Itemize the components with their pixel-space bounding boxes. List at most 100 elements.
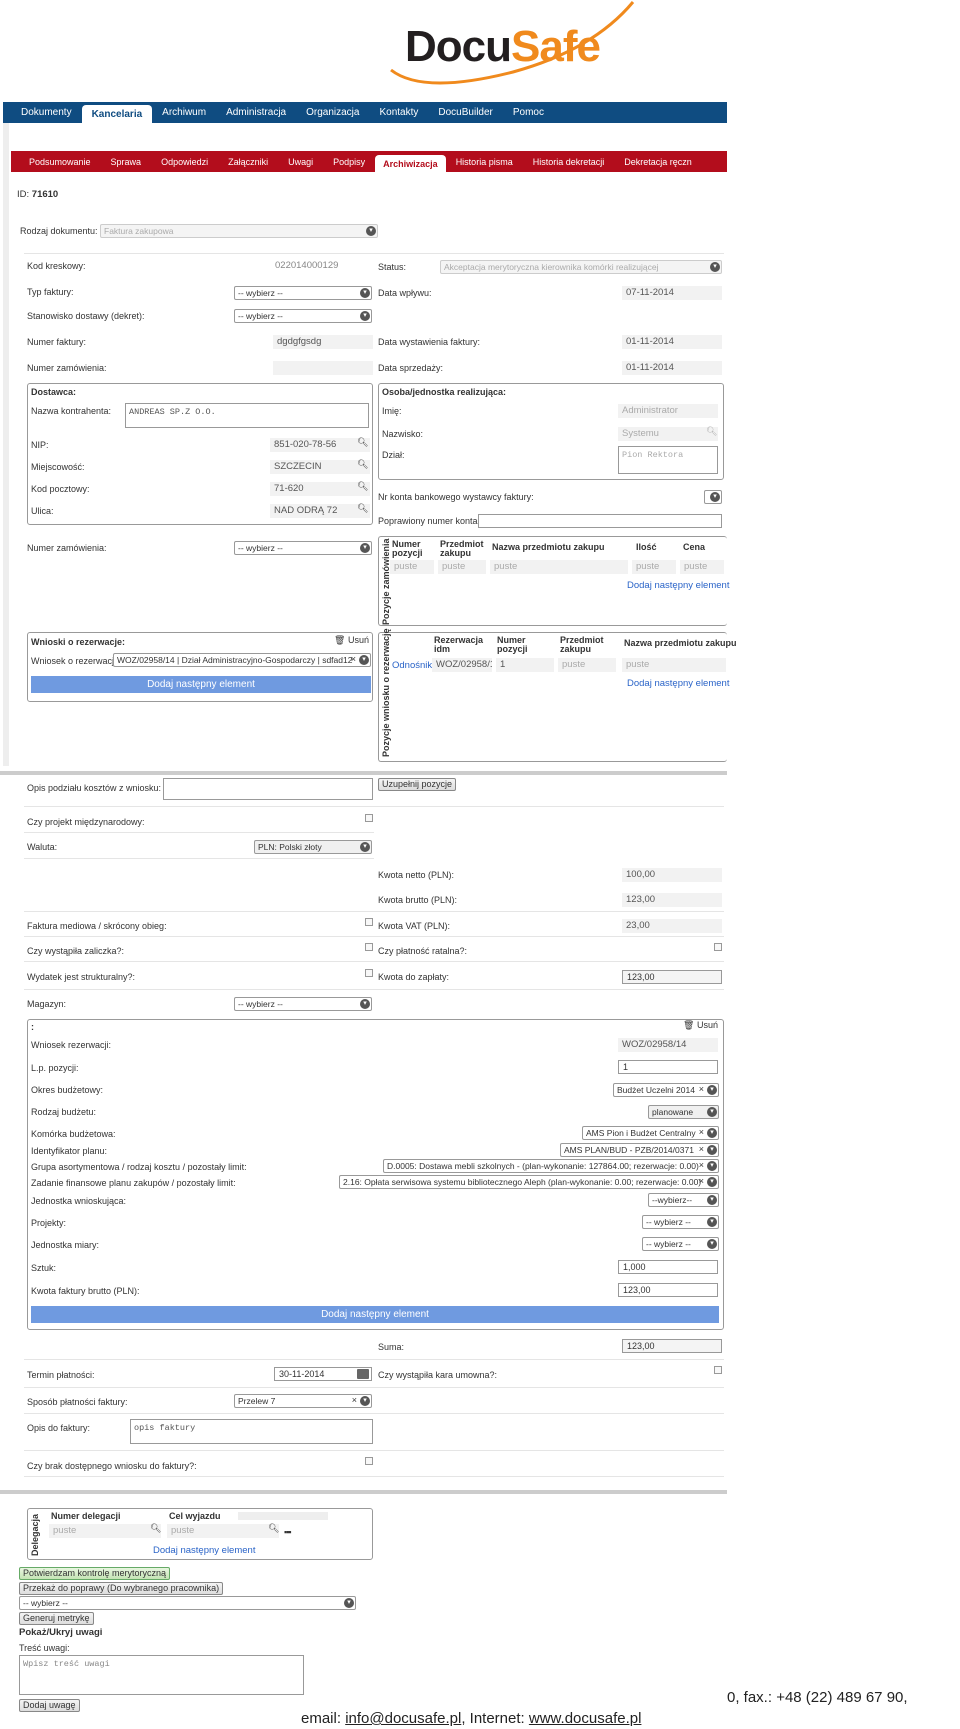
warehouse-select[interactable]: -- wybierz -- ▾	[234, 997, 372, 1011]
budget-group-select[interactable]: D.0005: Dostawa mebli szkolnych - (plan-…	[383, 1159, 719, 1173]
no-request-checkbox[interactable]	[365, 1457, 373, 1465]
clear-icon[interactable]: ×	[352, 1395, 357, 1405]
first-name-value: Administrator	[618, 404, 718, 418]
clear-icon[interactable]: ×	[351, 654, 356, 664]
reservation-item-link[interactable]: Odnośnik	[392, 660, 432, 671]
order-item-ph[interactable]: puste	[438, 560, 486, 574]
add-order-item-link[interactable]: Dodaj następny element	[627, 580, 729, 591]
search-icon[interactable]: 🔍︎	[150, 1523, 161, 1534]
order-item-ph[interactable]: puste	[632, 560, 676, 574]
budget-lp-input[interactable]: 1	[618, 1060, 718, 1074]
budget-task-select[interactable]: 2.16: Opłata serwisowa systemu bibliotec…	[339, 1175, 719, 1189]
order-item-ph[interactable]: puste	[390, 560, 434, 574]
fill-positions-button[interactable]: Uzupełnij pozycje	[378, 778, 457, 791]
website-link[interactable]: www.docusafe.pl	[529, 1710, 642, 1727]
pay-amount-value[interactable]: 123,00	[622, 970, 722, 984]
bank-account-select[interactable]: ▾	[704, 490, 722, 504]
clear-icon[interactable]: ×	[699, 1127, 704, 1137]
employee-select[interactable]: -- wybierz -- ▾	[19, 1596, 356, 1610]
add-note-button[interactable]: Dodaj uwagę	[19, 1699, 80, 1712]
tab-zalaczniki[interactable]: Załączniki	[218, 157, 278, 172]
email-link[interactable]: info@docusafe.pl	[345, 1710, 461, 1727]
return-for-correction-button[interactable]: Przekaż do poprawy (Do wybranego pracown…	[19, 1582, 224, 1595]
add-delegation-link[interactable]: Dodaj następny element	[153, 1545, 255, 1556]
note-textarea[interactable]: Wpisz treść uwagi	[19, 1655, 304, 1695]
budget-projects-select[interactable]: -- wybierz -- ▾	[642, 1215, 719, 1229]
reservation-select[interactable]: WOZ/02958/14 | Dział Administracyjno-Gos…	[113, 653, 371, 667]
status-select[interactable]: Akceptacja merytoryczna kierownika komór…	[440, 260, 722, 274]
calendar-icon[interactable]	[357, 1369, 369, 1379]
nav-dokumenty[interactable]: Dokumenty	[11, 107, 82, 123]
reservation-item-ph[interactable]: puste	[558, 658, 616, 672]
dept-field[interactable]: Pion Rektora	[618, 446, 718, 474]
budget-gross-input[interactable]: 123,00	[618, 1283, 718, 1297]
generate-metric-button[interactable]: Generuj metrykę	[19, 1612, 94, 1625]
reservation-item-ph[interactable]: puste	[622, 658, 726, 672]
toggle-notes-link[interactable]: Pokaż/Ukryj uwagi	[19, 1627, 102, 1638]
chevron-down-icon: ▾	[707, 1145, 717, 1155]
barcode-label: Kod kreskowy:	[27, 261, 86, 271]
tab-archiwizacja[interactable]: Archiwizacja	[375, 155, 446, 172]
media-invoice-checkbox[interactable]	[365, 918, 373, 926]
order-select[interactable]: -- wybierz -- ▾	[234, 541, 372, 555]
penalty-checkbox[interactable]	[714, 1366, 722, 1374]
nav-kontakty[interactable]: Kontakty	[369, 107, 428, 123]
payment-method-select[interactable]: Przelew 7 × ▾	[234, 1394, 372, 1408]
installment-checkbox[interactable]	[714, 943, 722, 951]
clear-icon[interactable]: ×	[699, 1176, 704, 1186]
tab-historia-pisma[interactable]: Historia pisma	[446, 157, 523, 172]
tab-uwagi[interactable]: Uwagi	[278, 157, 323, 172]
search-icon[interactable]: 🔍︎	[706, 426, 717, 437]
nav-administracja[interactable]: Administracja	[216, 107, 296, 123]
clear-icon[interactable]: ×	[699, 1084, 704, 1094]
remove-budget[interactable]: 🗑 Usuń	[683, 1020, 718, 1031]
search-icon[interactable]: 🔍︎	[357, 437, 368, 448]
add-reservation-item-link[interactable]: Dodaj następny element	[627, 678, 729, 689]
search-icon[interactable]: 🔍︎	[357, 481, 368, 492]
budget-measure-select[interactable]: -- wybierz -- ▾	[642, 1237, 719, 1251]
nav-docubuilder[interactable]: DocuBuilder	[428, 107, 502, 123]
main-nav: Dokumenty Kancelaria Archiwum Administra…	[3, 102, 727, 123]
add-reservation-button[interactable]: Dodaj następny element	[31, 676, 371, 693]
doc-type-select[interactable]: Faktura zakupowa ▾	[100, 224, 378, 238]
tab-odpowiedzi[interactable]: Odpowiedzi	[151, 157, 218, 172]
tab-historia-dekretacji[interactable]: Historia dekretacji	[523, 157, 615, 172]
tab-sprawa[interactable]: Sprawa	[101, 157, 152, 172]
budget-period-select[interactable]: Budżet Uczelni 2014 × ▾	[613, 1083, 719, 1097]
advance-checkbox[interactable]	[365, 943, 373, 951]
delivery-post-select[interactable]: -- wybierz -- ▾	[234, 309, 372, 323]
remove-reservation[interactable]: 🗑 Usuń	[334, 635, 369, 646]
order-item-ph[interactable]: puste	[490, 560, 628, 574]
tab-podpisy[interactable]: Podpisy	[323, 157, 375, 172]
nav-kancelaria[interactable]: Kancelaria	[81, 105, 153, 123]
delegation-number-ph[interactable]: puste	[49, 1524, 161, 1538]
clear-icon[interactable]: ×	[699, 1160, 704, 1170]
tab-podsumowanie[interactable]: Podsumowanie	[11, 157, 101, 172]
tab-dekretacja-reczna[interactable]: Dekretacja ręczn	[614, 157, 702, 172]
cost-desc-field[interactable]	[163, 778, 373, 800]
budget-plan-select[interactable]: AMS PLAN/BUD - PZB/2014/0371 × ▾	[560, 1143, 719, 1157]
intl-project-checkbox[interactable]	[365, 814, 373, 822]
budget-unit-select[interactable]: --wybierz-- ▾	[648, 1193, 719, 1207]
currency-select[interactable]: PLN: Polski złoty ▾	[254, 840, 372, 854]
search-icon[interactable]: 🔍︎	[357, 459, 368, 470]
structural-checkbox[interactable]	[365, 969, 373, 977]
order-item-ph[interactable]: puste	[680, 560, 724, 574]
budget-cell-select[interactable]: AMS Pion i Budżet Centralny × ▾	[582, 1126, 719, 1140]
budget-pcs-input[interactable]: 1,000	[618, 1260, 718, 1274]
trip-purpose-ph[interactable]: puste	[167, 1524, 279, 1538]
budget-type-select[interactable]: planowane ▾	[648, 1105, 719, 1119]
nav-pomoc[interactable]: Pomoc	[503, 107, 554, 123]
invoice-desc-field[interactable]: opis faktury	[130, 1419, 373, 1444]
nav-archiwum[interactable]: Archiwum	[152, 107, 216, 123]
search-icon[interactable]: 🔍︎	[357, 503, 368, 514]
search-icon[interactable]: 🔍︎	[268, 1523, 279, 1534]
supplier-name-field[interactable]: ANDREAS SP.Z O.O.	[125, 403, 369, 428]
invoice-type-select[interactable]: -- wybierz -- ▾	[234, 286, 372, 300]
fixed-account-input[interactable]	[478, 514, 722, 528]
add-budget-button[interactable]: Dodaj następny element	[31, 1306, 719, 1323]
nav-organizacja[interactable]: Organizacja	[296, 107, 369, 123]
confirm-control-button[interactable]: Potwierdzam kontrolę merytoryczną	[19, 1567, 171, 1580]
clear-icon[interactable]: ×	[699, 1144, 704, 1154]
grid-icon[interactable]: ▪▪▪	[284, 1527, 292, 1537]
